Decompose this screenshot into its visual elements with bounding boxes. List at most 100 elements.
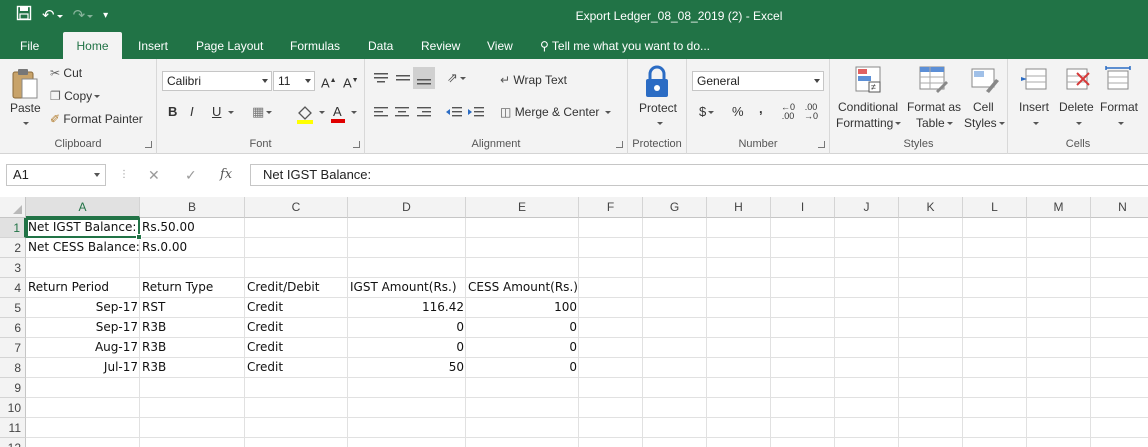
paste-icon[interactable]	[10, 67, 40, 104]
row-header-4[interactable]: 4	[0, 278, 26, 298]
tab-insert[interactable]: Insert	[138, 32, 168, 59]
increase-decimal-icon[interactable]: ←0.00	[781, 103, 795, 121]
row-header-12[interactable]: 12	[0, 438, 26, 447]
cell-e8[interactable]: 0	[466, 358, 579, 378]
conditional-formatting-button[interactable]: Conditional	[838, 100, 898, 114]
cancel-icon[interactable]: ✕	[148, 167, 160, 184]
cell-e4[interactable]: CESS Amount(Rs.)	[466, 278, 579, 298]
cell-a1[interactable]: Net IGST Balance:	[26, 218, 140, 238]
insert-dropdown-icon[interactable]	[1031, 116, 1039, 130]
cell-b5[interactable]: RST	[140, 298, 245, 318]
decrease-font-icon[interactable]: A▼	[343, 72, 359, 92]
currency-button[interactable]: $	[699, 103, 715, 121]
align-center-icon[interactable]	[394, 105, 410, 122]
cell-a6[interactable]: Sep-17	[26, 318, 140, 338]
orientation-icon[interactable]: ⇗	[447, 69, 466, 87]
font-launcher-icon[interactable]	[353, 141, 360, 148]
insert-button[interactable]: Insert	[1019, 100, 1049, 114]
cell-c5[interactable]: Credit	[245, 298, 348, 318]
column-header-e[interactable]: E	[466, 197, 579, 218]
underline-button[interactable]: U	[212, 103, 221, 121]
cell-e7[interactable]: 0	[466, 338, 579, 358]
row-header-7[interactable]: 7	[0, 338, 26, 358]
cell-c7[interactable]: Credit	[245, 338, 348, 358]
column-header-h[interactable]: H	[707, 197, 771, 218]
delete-button[interactable]: Delete	[1059, 100, 1094, 114]
decrease-decimal-icon[interactable]: .00 →0	[804, 103, 818, 121]
cell-c4[interactable]: Credit/Debit	[245, 278, 348, 298]
cell-c8[interactable]: Credit	[245, 358, 348, 378]
clipboard-launcher-icon[interactable]	[145, 141, 152, 148]
fill-color-dropdown-icon[interactable]	[317, 103, 325, 121]
cell-a4[interactable]: Return Period	[26, 278, 140, 298]
column-header-i[interactable]: I	[771, 197, 835, 218]
alignment-launcher-icon[interactable]	[616, 141, 623, 148]
protect-button[interactable]: Protect	[639, 101, 677, 115]
cell-b4[interactable]: Return Type	[140, 278, 245, 298]
tab-file[interactable]: File	[20, 32, 39, 59]
increase-indent-icon[interactable]	[467, 105, 485, 122]
row-header-11[interactable]: 11	[0, 418, 26, 438]
column-header-j[interactable]: J	[835, 197, 899, 218]
number-launcher-icon[interactable]	[818, 141, 825, 148]
insert-function-icon[interactable]: fx	[220, 167, 232, 182]
cell-b2[interactable]: Rs.0.00	[140, 238, 245, 258]
paste-dropdown-icon[interactable]	[21, 116, 29, 130]
delete-dropdown-icon[interactable]	[1074, 116, 1082, 130]
font-color-icon[interactable]: A	[329, 103, 349, 126]
column-header-l[interactable]: L	[963, 197, 1027, 218]
column-header-m[interactable]: M	[1027, 197, 1091, 218]
tab-review[interactable]: Review	[421, 32, 460, 59]
select-all-button[interactable]	[0, 197, 26, 218]
row-header-6[interactable]: 6	[0, 318, 26, 338]
cell-d7[interactable]: 0	[348, 338, 466, 358]
tab-home[interactable]: Home	[63, 32, 122, 59]
name-box[interactable]: A1	[6, 164, 106, 186]
cell-d5[interactable]: 116.42	[348, 298, 466, 318]
cell-b8[interactable]: R3B	[140, 358, 245, 378]
decrease-indent-icon[interactable]	[445, 105, 463, 122]
tab-data[interactable]: Data	[368, 32, 393, 59]
bold-button[interactable]: B	[168, 103, 177, 121]
column-header-k[interactable]: K	[899, 197, 963, 218]
font-name-select[interactable]: Calibri	[162, 71, 272, 91]
wrap-text-button[interactable]: ↵ Wrap Text	[500, 73, 567, 87]
column-header-g[interactable]: G	[643, 197, 707, 218]
paste-button[interactable]: Paste	[10, 101, 41, 115]
cell-b6[interactable]: R3B	[140, 318, 245, 338]
merge-center-button[interactable]: ◫ Merge & Center	[500, 105, 611, 119]
tab-view[interactable]: View	[487, 32, 513, 59]
borders-icon[interactable]: ▦	[252, 103, 273, 121]
row-header-10[interactable]: 10	[0, 398, 26, 418]
formula-input[interactable]: Net IGST Balance:	[250, 164, 1148, 186]
format-button[interactable]: Format	[1100, 100, 1138, 114]
column-header-n[interactable]: N	[1091, 197, 1148, 218]
fill-color-icon[interactable]	[295, 104, 317, 127]
row-header-2[interactable]: 2	[0, 238, 26, 258]
align-left-icon[interactable]	[373, 105, 389, 122]
column-header-c[interactable]: C	[245, 197, 348, 218]
cell-a2[interactable]: Net CESS Balance:	[26, 238, 140, 258]
cell-d6[interactable]: 0	[348, 318, 466, 338]
underline-dropdown-icon[interactable]	[226, 103, 234, 121]
row-header-3[interactable]: 3	[0, 258, 26, 278]
copy-button[interactable]: ❐ Copy	[50, 89, 101, 103]
font-color-dropdown-icon[interactable]	[349, 103, 357, 121]
tell-me-box[interactable]: ⚲ Tell me what you want to do...	[540, 32, 710, 59]
number-format-select[interactable]: General	[692, 71, 824, 91]
percent-button[interactable]: %	[732, 103, 744, 121]
align-middle-icon[interactable]	[395, 71, 411, 88]
protect-dropdown-icon[interactable]	[655, 116, 663, 130]
format-as-table-button[interactable]: Format as	[907, 100, 961, 114]
cell-a8[interactable]: Jul-17	[26, 358, 140, 378]
cell-d8[interactable]: 50	[348, 358, 466, 378]
cell-a5[interactable]: Sep-17	[26, 298, 140, 318]
align-bottom-icon[interactable]	[413, 67, 435, 89]
column-header-d[interactable]: D	[348, 197, 466, 218]
font-size-select[interactable]: 11	[273, 71, 315, 91]
cut-button[interactable]: ✂ Cut	[50, 66, 82, 80]
comma-button[interactable]: ,	[759, 100, 763, 118]
row-header-8[interactable]: 8	[0, 358, 26, 378]
cell-e6[interactable]: 0	[466, 318, 579, 338]
tab-formulas[interactable]: Formulas	[290, 32, 340, 59]
